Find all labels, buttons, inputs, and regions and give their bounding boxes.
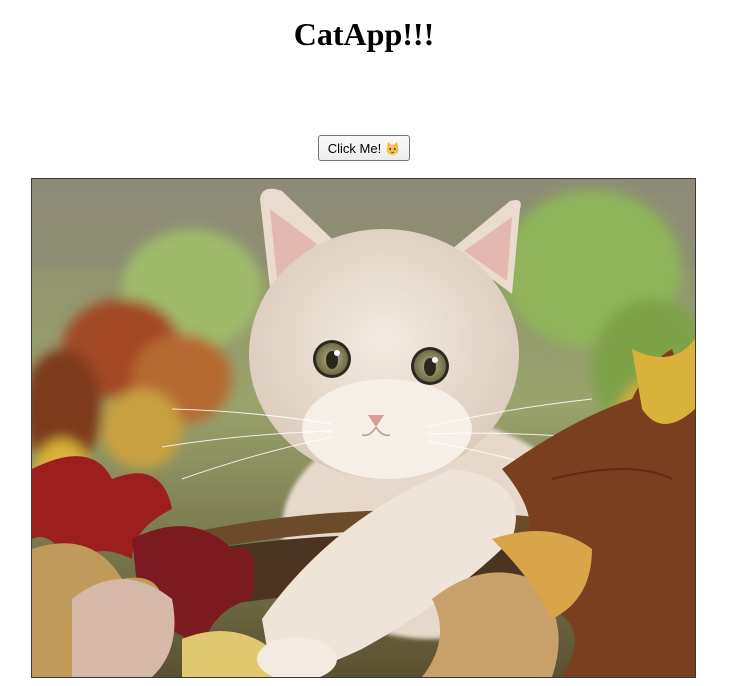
click-me-button[interactable]: Click Me!	[318, 135, 410, 161]
cat-photo	[31, 178, 696, 678]
click-me-label: Click Me!	[327, 140, 382, 156]
cat-face-icon	[385, 141, 400, 156]
page-title: CatApp!!!	[293, 16, 435, 52]
